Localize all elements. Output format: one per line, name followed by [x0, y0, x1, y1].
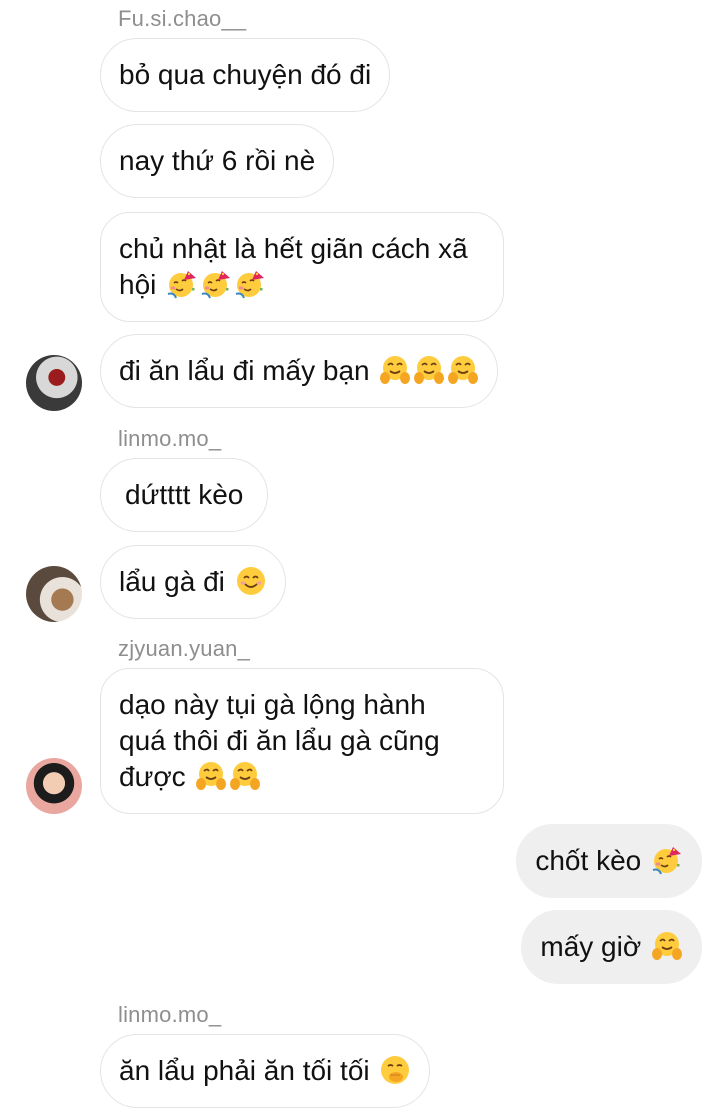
message-bubble[interactable]: chủ nhật là hết giãn cách xã hội: [100, 212, 504, 322]
smiling-face-emoji: [235, 565, 267, 597]
hugging-face-emoji: [195, 760, 227, 792]
message-text: hội: [119, 269, 157, 300]
partying-face-emoji: [651, 844, 683, 876]
avatar[interactable]: [26, 758, 82, 814]
partying-face-emoji: [200, 268, 232, 300]
own-message-bubble[interactable]: chốt kèo: [516, 824, 702, 898]
message-bubble[interactable]: nay thứ 6 rồi nè: [100, 124, 335, 198]
sender-name: zjyuan.yuan_: [118, 636, 251, 661]
message-text: đi ăn lẩu đi mấy bạn: [119, 355, 370, 386]
message-text: nay thứ 6 rồi nè: [119, 145, 316, 176]
sender-name: linmo.mo_: [118, 426, 222, 451]
sender-name: linmo.mo_: [118, 1002, 222, 1027]
message-text: dứtttt kèo: [125, 479, 244, 510]
message-text: quá thôi đi ăn lẩu gà cũng: [119, 725, 440, 756]
message-bubble[interactable]: bỏ qua chuyện đó đi: [100, 38, 391, 112]
message-text: bỏ qua chuyện đó đi: [119, 59, 372, 90]
message-text: được: [119, 761, 186, 792]
face-with-hand-over-mouth-emoji: [379, 1054, 411, 1086]
partying-face-emoji: [234, 268, 266, 300]
message-bubble[interactable]: ăn lẩu phải ăn tối tối: [100, 1034, 431, 1108]
hugging-face-emoji: [413, 354, 445, 386]
message-text: chủ nhật là hết giãn cách xã: [119, 233, 468, 264]
sender-name: Fu.si.chao__: [118, 6, 247, 31]
avatar[interactable]: [26, 566, 82, 622]
hugging-face-emoji: [229, 760, 261, 792]
message-bubble[interactable]: dứtttt kèo: [100, 458, 269, 532]
hugging-face-emoji: [651, 930, 683, 962]
own-message-bubble[interactable]: mấy giờ: [521, 910, 702, 984]
hugging-face-emoji: [379, 354, 411, 386]
message-text: ăn lẩu phải ăn tối tối: [119, 1055, 370, 1086]
message-text: mấy giờ: [540, 931, 642, 962]
message-bubble[interactable]: đi ăn lẩu đi mấy bạn: [100, 334, 499, 408]
message-bubble[interactable]: dạo này tụi gà lộng hành quá thôi đi ăn …: [100, 668, 504, 814]
message-text: lẩu gà đi: [119, 566, 225, 597]
message-bubble[interactable]: lẩu gà đi: [100, 545, 286, 619]
message-text: dạo này tụi gà lộng hành: [119, 689, 426, 720]
avatar[interactable]: [26, 355, 82, 411]
message-text: chốt kèo: [535, 845, 642, 876]
partying-face-emoji: [166, 268, 198, 300]
hugging-face-emoji: [447, 354, 479, 386]
